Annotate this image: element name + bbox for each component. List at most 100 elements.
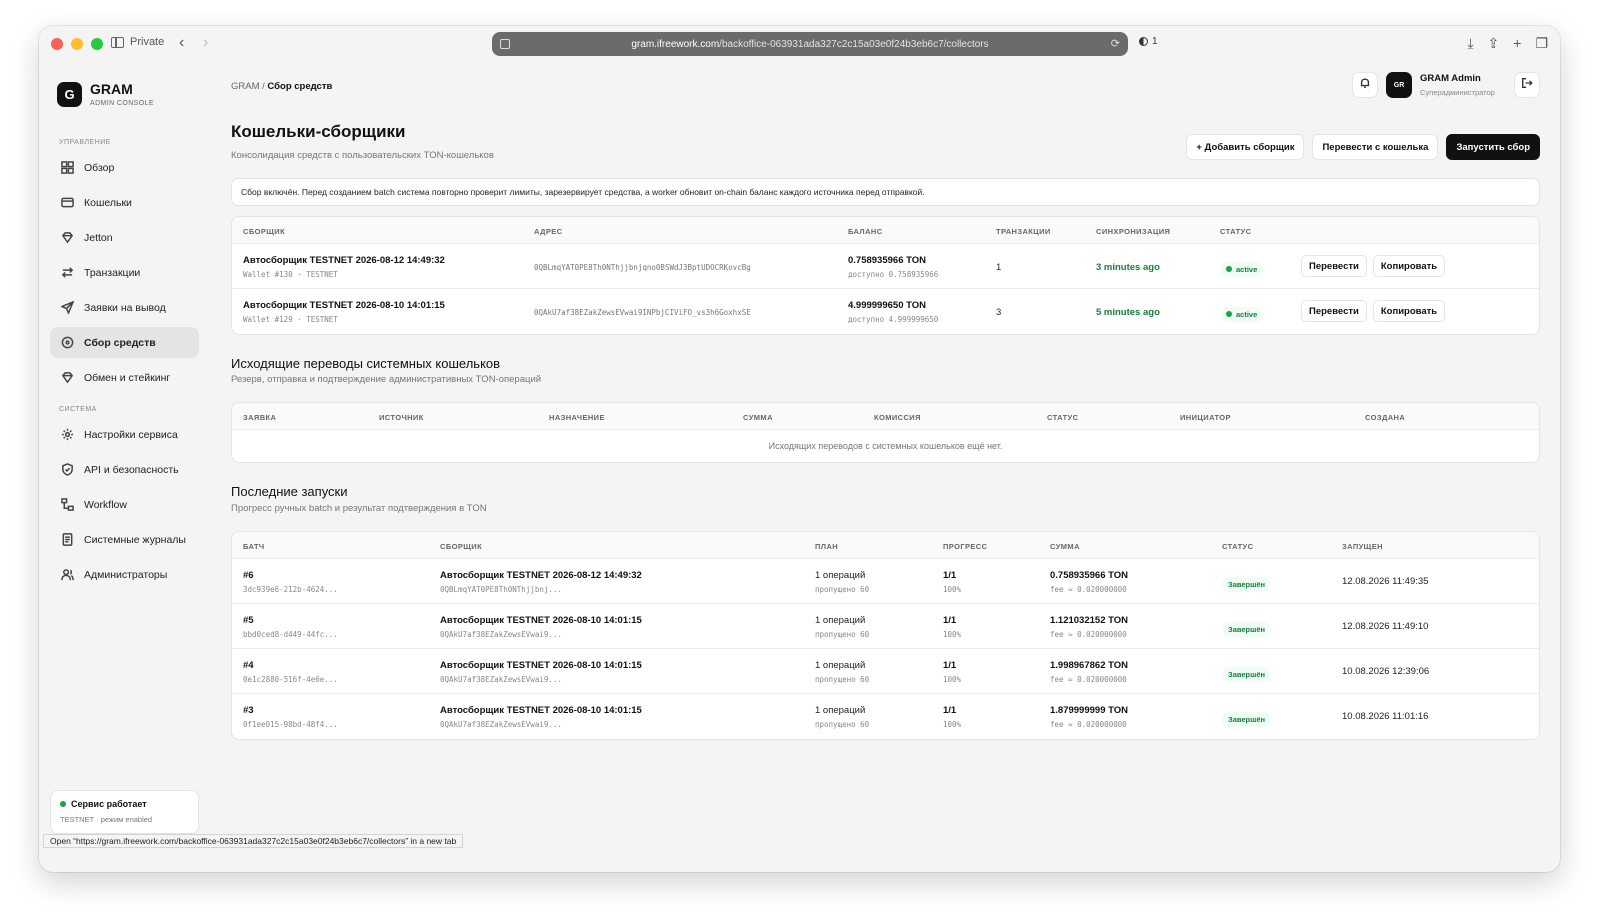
window-controls <box>51 38 103 50</box>
collector-address: 0QBLmqYAT0PE8Th0NThjjbnj... <box>440 585 562 594</box>
status-badge: Завершён <box>1222 709 1272 727</box>
sidebar-item-collection[interactable]: Сбор средств <box>50 327 199 358</box>
status-prefix: Open “https:// <box>50 836 102 846</box>
table-row[interactable]: #5 bbd0ced8-d449-44fc... Автосборщик TES… <box>232 604 1539 649</box>
run-collection-button[interactable]: Запустить сбор <box>1446 134 1540 160</box>
download-icon[interactable]: ⤓ <box>1467 35 1473 52</box>
reload-icon[interactable]: ⟳ <box>1111 37 1120 50</box>
copy-button[interactable]: Копировать <box>1372 255 1446 277</box>
sidebar-item-overview[interactable]: Обзор <box>50 152 199 183</box>
sidebar-item-withdrawals[interactable]: Заявки на вывод <box>50 292 199 323</box>
address-bar[interactable]: gram.ifreework.com/backoffice-063931ada3… <box>492 32 1128 56</box>
collector-name: Автосборщик TESTNET 2026-08-12 14:49:32 <box>440 570 642 581</box>
url-path: /backoffice-063931ada327c2c15a03e0f24b3e… <box>719 38 989 50</box>
progress-percent: 100% <box>943 630 962 639</box>
column-header: НАЗНАЧЕНИЕ <box>549 413 605 422</box>
private-label: Private <box>130 36 165 48</box>
table-row[interactable]: #4 0e1c2880-516f-4e6e... Автосборщик TES… <box>232 649 1539 694</box>
breadcrumb-current: Сбор средств <box>267 81 333 92</box>
sidebar-item-label: Обзор <box>84 161 115 174</box>
main-content: GRAM / Сбор средств GR GRAM Admin Супера… <box>211 62 1560 872</box>
status-badge: Завершён <box>1222 574 1272 592</box>
new-tab-icon[interactable]: + <box>1513 35 1521 52</box>
table-header: БАТЧ СБОРЩИК ПЛАН ПРОГРЕСС СУММА СТАТУС … <box>232 532 1539 559</box>
collector-name: Автосборщик TESTNET 2026-08-12 14:49:32 <box>243 255 445 266</box>
sidebar-item-label: Сбор средств <box>84 336 156 349</box>
sidebar-item-workflow[interactable]: Workflow <box>50 489 199 520</box>
page-settings-icon[interactable] <box>500 39 510 49</box>
sidebar-item-system-logs[interactable]: Системные журналы <box>50 524 199 555</box>
column-header: СУММА <box>1050 542 1080 551</box>
breadcrumb-root[interactable]: GRAM <box>231 81 260 92</box>
back-button[interactable]: ‹ <box>179 34 184 52</box>
logout-button[interactable] <box>1514 72 1540 98</box>
user-info: GRAM Admin Суперадминистратор <box>1420 73 1506 97</box>
sidebar-item-label: Администраторы <box>84 568 168 581</box>
copy-button[interactable]: Копировать <box>1372 300 1446 322</box>
brand[interactable]: G GRAM ADMIN CONSOLE <box>57 82 154 107</box>
link-status-bar: Open “https://gram.ifreework.com/backoff… <box>43 834 464 848</box>
sidebar-item-wallets[interactable]: Кошельки <box>50 187 199 218</box>
amount-value: 1.879999999 TON <box>1050 705 1128 716</box>
sidebar-item-label: API и безопасность <box>84 463 179 476</box>
column-header: ЗАЯВКА <box>243 413 277 422</box>
document-icon <box>60 533 74 547</box>
table-header: СБОРЩИК АДРЕС БАЛАНС ТРАНЗАКЦИИ СИНХРОНИ… <box>232 217 1539 244</box>
batch-cell: #6 3dc939e6-212b-4624... <box>243 570 338 594</box>
status-badge: Завершён <box>1222 619 1272 637</box>
progress-cell: 1/1 100% <box>943 570 961 594</box>
transfer-button[interactable]: Перевести <box>1301 255 1367 277</box>
batch-id: 0f1ee015-98bd-48f4... <box>243 720 338 729</box>
sidebar-item-swap-staking[interactable]: Обмен и стейкинг <box>50 362 199 393</box>
zoom-window-button[interactable] <box>91 38 103 50</box>
extension-button[interactable]: 1 <box>1139 36 1158 47</box>
sidebar-toggle-button[interactable]: Private <box>111 36 164 48</box>
collector-cell: Автосборщик TESTNET 2026-08-12 14:49:32 … <box>243 255 445 279</box>
progress-value: 1/1 <box>943 570 957 581</box>
tabs-overview-icon[interactable]: ❐ <box>1535 35 1548 52</box>
sidebar-item-service-settings[interactable]: Настройки сервиса <box>50 419 199 450</box>
transfer-from-wallet-button[interactable]: Перевести с кошелька <box>1312 134 1439 160</box>
notifications-button[interactable] <box>1352 72 1378 98</box>
forward-button[interactable]: › <box>203 34 208 52</box>
tx-count: 1 <box>996 262 1002 273</box>
sidebar-item-admins[interactable]: Администраторы <box>50 559 199 590</box>
status-dot-icon <box>1226 311 1232 317</box>
amount-cell: 1.998967862 TON fee ≈ 0.020000000 <box>1050 660 1128 684</box>
started-at: 12.08.2026 11:49:35 <box>1342 576 1429 587</box>
batch-cell: #4 0e1c2880-516f-4e6e... <box>243 660 338 684</box>
share-icon[interactable]: ⇪ <box>1488 35 1500 52</box>
status-badge: active <box>1220 259 1264 277</box>
collector-address: 0QBLmqYAT0PE8Th0NThjjbnjqno0BSWdJ3BptUDO… <box>534 263 751 272</box>
url-host: gram.ifreework.com <box>631 38 720 50</box>
column-header: СБОРЩИК <box>243 227 286 236</box>
batch-id: 3dc939e6-212b-4624... <box>243 585 338 594</box>
column-header: СТАТУС <box>1220 227 1252 236</box>
transfer-button[interactable]: Перевести <box>1301 300 1367 322</box>
collector-address: 0QAkU7af38EZakZewsEVwai9... <box>440 675 562 684</box>
amount-cell: 1.121032152 TON fee ≈ 0.020000000 <box>1050 615 1128 639</box>
table-row[interactable]: #6 3dc939e6-212b-4624... Автосборщик TES… <box>232 559 1539 604</box>
add-collector-button[interactable]: + Добавить сборщик <box>1186 134 1305 160</box>
column-header: ИНИЦИАТОР <box>1180 413 1231 422</box>
sidebar-item-api-security[interactable]: API и безопасность <box>50 454 199 485</box>
column-header: ПРОГРЕСС <box>943 542 988 551</box>
table-row[interactable]: #3 0f1ee015-98bd-48f4... Автосборщик TES… <box>232 694 1539 739</box>
close-window-button[interactable] <box>51 38 63 50</box>
chevron-left-icon: ‹ <box>179 34 185 51</box>
empty-state: Исходящих переводов с системных кошелько… <box>768 441 1003 451</box>
sidebar-item-jetton[interactable]: Jetton <box>50 222 199 253</box>
sidebar-item-transactions[interactable]: Транзакции <box>50 257 199 288</box>
logout-icon <box>1521 76 1533 94</box>
status-label: active <box>1236 309 1258 319</box>
plan-skipped: пропущено 60 <box>815 675 870 684</box>
service-status-label: Сервис работает <box>71 799 147 809</box>
minimize-window-button[interactable] <box>71 38 83 50</box>
avatar[interactable]: GR <box>1386 72 1412 98</box>
plan-cell: 1 операций пропущено 60 <box>815 570 869 594</box>
extension-icon <box>1139 37 1148 46</box>
progress-cell: 1/1 100% <box>943 615 961 639</box>
plan-cell: 1 операций пропущено 60 <box>815 660 869 684</box>
balance-value: 4.999999650 TON <box>848 300 926 311</box>
batch-id: bbd0ced8-d449-44fc... <box>243 630 338 639</box>
